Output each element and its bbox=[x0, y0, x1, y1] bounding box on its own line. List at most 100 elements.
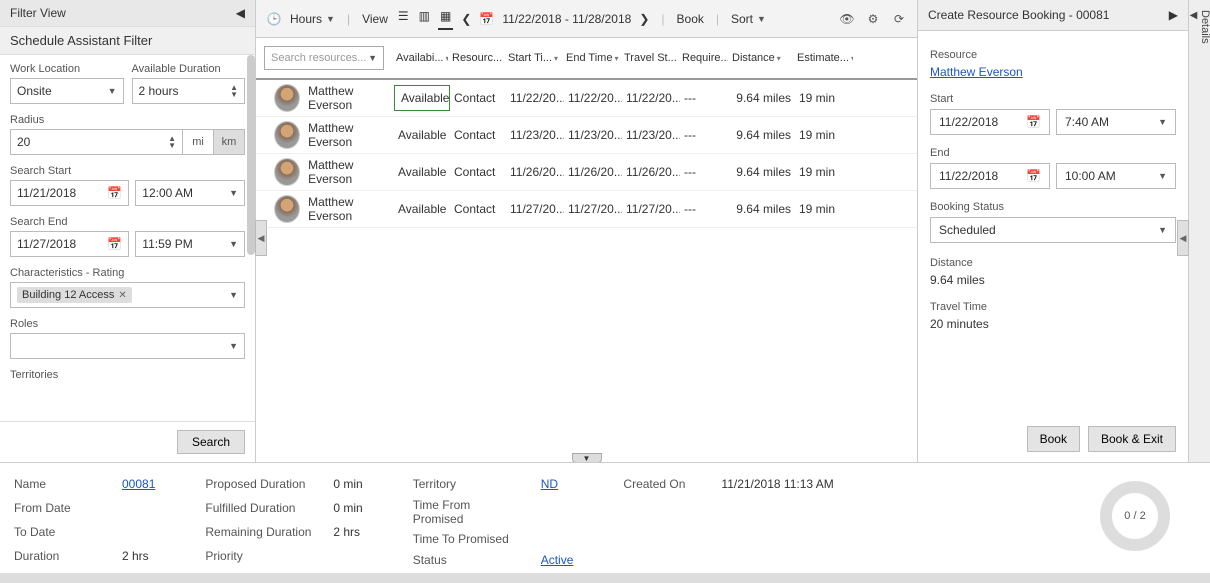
roles-select[interactable]: ▼ bbox=[10, 333, 245, 359]
prev-button[interactable]: ❮ bbox=[461, 12, 471, 26]
cell-start: 11/27/20... bbox=[506, 202, 564, 216]
name-link[interactable]: 00081 bbox=[122, 477, 155, 495]
details-tab-label: Details bbox=[1199, 10, 1210, 44]
schedule-assistant-header: Schedule Assistant Filter bbox=[0, 27, 255, 55]
territory-link[interactable]: ND bbox=[541, 477, 574, 492]
results-header: Search resources... ▼ Availabi...▾ Resou… bbox=[256, 38, 917, 80]
calendar-icon bbox=[1026, 169, 1041, 183]
col-requirements[interactable]: Require...▾ bbox=[678, 44, 728, 72]
cell-available: Available bbox=[394, 165, 450, 179]
search-start-date[interactable]: 11/21/2018 bbox=[10, 180, 129, 206]
end-date-input[interactable]: 11/22/2018 bbox=[930, 163, 1050, 189]
col-travel-start[interactable]: Travel St...▾ bbox=[620, 44, 678, 72]
view-grid-icon[interactable]: ▦ bbox=[438, 7, 453, 30]
book-button[interactable]: Book bbox=[677, 12, 704, 26]
calendar-icon[interactable] bbox=[479, 12, 494, 26]
fulfilled-duration-value: 0 min bbox=[333, 501, 362, 519]
booking-status-label: Booking Status bbox=[930, 201, 1176, 213]
end-time-input[interactable]: 10:00 AM ▼ bbox=[1056, 163, 1176, 189]
characteristics-chip[interactable]: Building 12 Access ✕ bbox=[17, 287, 132, 303]
resource-name: Matthew Everson bbox=[308, 158, 394, 186]
search-resources-placeholder: Search resources... bbox=[271, 52, 366, 64]
work-location-label: Work Location bbox=[10, 63, 124, 75]
requirement-details: Name00081 From Date To Date Duration2 hr… bbox=[0, 463, 1210, 573]
from-date-label: From Date bbox=[14, 501, 104, 519]
left-splitter-handle[interactable]: ◀ bbox=[255, 220, 267, 256]
refresh-icon[interactable]: ⟳ bbox=[891, 11, 907, 27]
characteristics-label: Characteristics - Rating bbox=[10, 267, 245, 279]
col-estimate[interactable]: Estimate...▾ bbox=[793, 44, 853, 72]
resource-link[interactable]: Matthew Everson bbox=[930, 65, 1023, 79]
search-end-date-value: 11/27/2018 bbox=[17, 237, 76, 251]
sort-dropdown[interactable]: Sort ▼ bbox=[731, 12, 766, 26]
booking-status-select[interactable]: Scheduled ▼ bbox=[930, 217, 1176, 243]
eye-icon[interactable]: 👁 bbox=[839, 11, 855, 27]
expand-icon[interactable]: ▶ bbox=[1169, 8, 1178, 22]
gear-icon[interactable]: ⚙ bbox=[865, 11, 881, 27]
details-tab[interactable]: ◀ Details bbox=[1188, 0, 1210, 462]
search-start-time[interactable]: 12:00 AM ▼ bbox=[135, 180, 245, 206]
cell-resource-type: Contact bbox=[450, 165, 506, 179]
result-row[interactable]: Matthew Everson Available Contact 11/22/… bbox=[256, 80, 917, 117]
filter-view-header[interactable]: Filter View ◀ bbox=[0, 0, 255, 27]
col-resource-type[interactable]: Resourc...▾ bbox=[448, 44, 504, 72]
cell-distance: 9.64 miles bbox=[730, 202, 795, 216]
cell-start: 11/23/20... bbox=[506, 128, 564, 142]
calendar-icon bbox=[1026, 115, 1041, 129]
collapse-icon[interactable]: ◀ bbox=[236, 6, 245, 20]
avatar bbox=[274, 195, 300, 223]
hours-dropdown[interactable]: Hours ▼ bbox=[290, 12, 335, 26]
progress-ring: 0 / 2 bbox=[1100, 481, 1170, 551]
status-link[interactable]: Active bbox=[541, 553, 574, 568]
radius-input[interactable]: 20 ▲▼ bbox=[10, 129, 183, 155]
remaining-duration-value: 2 hrs bbox=[333, 525, 362, 543]
view-list-icon[interactable]: ☰ bbox=[396, 7, 411, 30]
cell-available: Available bbox=[394, 128, 450, 142]
time-to-promised-label: Time To Promised bbox=[413, 532, 523, 547]
clock-icon: 🕒 bbox=[266, 11, 282, 27]
view-vertical-icon[interactable]: ▥ bbox=[417, 7, 432, 30]
next-button[interactable]: ❯ bbox=[639, 12, 649, 26]
cell-require: --- bbox=[680, 91, 730, 105]
cell-require: --- bbox=[680, 202, 730, 216]
resource-label: Resource bbox=[930, 49, 1176, 61]
available-duration-select[interactable]: 2 hours ▲▼ bbox=[132, 78, 246, 104]
search-resources-input[interactable]: Search resources... ▼ bbox=[264, 46, 384, 70]
chevron-down-icon: ▼ bbox=[108, 86, 117, 96]
chevron-down-icon: ▼ bbox=[757, 14, 766, 24]
search-end-time[interactable]: 11:59 PM ▼ bbox=[135, 231, 245, 257]
start-label: Start bbox=[930, 93, 1176, 105]
result-row[interactable]: Matthew Everson Available Contact 11/23/… bbox=[256, 117, 917, 154]
col-availability[interactable]: Availabi...▾ bbox=[392, 44, 448, 72]
remove-chip-icon[interactable]: ✕ bbox=[118, 290, 126, 301]
resource-name: Matthew Everson bbox=[308, 84, 394, 112]
scrollbar-thumb[interactable] bbox=[247, 55, 255, 255]
search-end-date[interactable]: 11/27/2018 bbox=[10, 231, 129, 257]
col-distance[interactable]: Distance▾ bbox=[728, 44, 793, 72]
book-exit-button[interactable]: Book & Exit bbox=[1088, 426, 1176, 452]
cell-start: 11/22/20... bbox=[506, 91, 564, 105]
start-time-input[interactable]: 7:40 AM ▼ bbox=[1056, 109, 1176, 135]
remaining-duration-label: Remaining Duration bbox=[205, 525, 315, 543]
right-splitter-handle[interactable]: ◀ bbox=[1177, 220, 1189, 256]
unit-mi-button[interactable]: mi bbox=[182, 129, 214, 155]
characteristics-select[interactable]: Building 12 Access ✕ ▼ bbox=[10, 282, 245, 308]
unit-km-button[interactable]: km bbox=[213, 129, 245, 155]
col-end-time[interactable]: End Time▾ bbox=[562, 44, 620, 72]
book-button[interactable]: Book bbox=[1027, 426, 1080, 452]
work-location-select[interactable]: Onsite ▼ bbox=[10, 78, 124, 104]
cell-available: Available bbox=[394, 85, 450, 111]
result-row[interactable]: Matthew Everson Available Contact 11/26/… bbox=[256, 154, 917, 191]
chevron-down-icon: ▼ bbox=[229, 290, 238, 300]
cell-estimate: 19 min bbox=[795, 128, 855, 142]
chevron-down-icon: ▼ bbox=[229, 239, 238, 249]
chevron-down-icon: ▼ bbox=[368, 53, 377, 63]
cell-resource-type: Contact bbox=[450, 202, 506, 216]
search-button[interactable]: Search bbox=[177, 430, 245, 454]
booking-status-value: Scheduled bbox=[939, 223, 996, 237]
time-to-promised-value bbox=[541, 532, 574, 547]
result-row[interactable]: Matthew Everson Available Contact 11/27/… bbox=[256, 191, 917, 228]
col-start-time[interactable]: Start Ti...▾ bbox=[504, 44, 562, 72]
start-date-input[interactable]: 11/22/2018 bbox=[930, 109, 1050, 135]
bottom-toggle[interactable]: ▼ bbox=[572, 453, 602, 463]
